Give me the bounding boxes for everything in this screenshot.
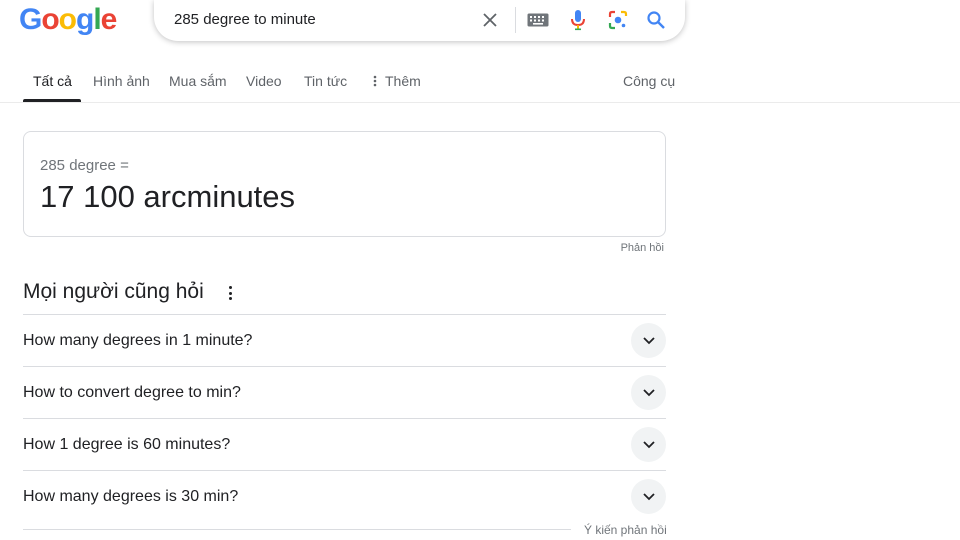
keyboard-icon[interactable] <box>527 9 549 31</box>
search-box[interactable]: 285 degree to minute <box>154 0 685 41</box>
more-vert-icon <box>373 74 377 90</box>
paa-question-text: How to convert degree to min? <box>23 384 241 401</box>
people-also-ask-title: Mọi người cũng hỏi <box>23 280 204 303</box>
converter-result: 17 100 arcminutes <box>40 179 296 214</box>
paa-question[interactable]: How many degrees is 30 min? <box>23 470 666 522</box>
logo-letter: l <box>93 3 101 36</box>
search-icon[interactable] <box>645 9 667 31</box>
search-divider <box>515 7 516 33</box>
paa-feedback-link[interactable]: Ý kiến phản hồi <box>584 523 667 537</box>
people-also-ask-list: How many degrees in 1 minute? How to con… <box>23 314 666 522</box>
tab-video[interactable]: Video <box>246 73 282 89</box>
logo-letter: g <box>76 3 94 36</box>
tab-all[interactable]: Tất cả <box>33 73 72 89</box>
paa-question[interactable]: How 1 degree is 60 minutes? <box>23 418 666 470</box>
paa-question-text: How 1 degree is 60 minutes? <box>23 436 231 453</box>
chevron-down-icon[interactable] <box>631 427 666 462</box>
chevron-down-icon[interactable] <box>631 323 666 358</box>
logo-letter: o <box>41 3 59 36</box>
tab-news[interactable]: Tin tức <box>304 73 347 89</box>
chevron-down-icon[interactable] <box>631 479 666 514</box>
unit-converter-card: 285 degree = 17 100 arcminutes <box>23 131 666 237</box>
paa-question[interactable]: How to convert degree to min? <box>23 366 666 418</box>
tab-images[interactable]: Hình ảnh <box>93 73 150 89</box>
tab-more[interactable]: Thêm <box>373 73 421 90</box>
tab-shopping[interactable]: Mua sắm <box>169 73 227 89</box>
search-input[interactable]: 285 degree to minute <box>174 11 316 28</box>
active-tab-indicator <box>23 99 81 102</box>
paa-question-text: How many degrees is 30 min? <box>23 488 239 505</box>
logo-letter: G <box>19 3 42 36</box>
google-logo[interactable]: Google <box>19 3 118 37</box>
converter-input[interactable]: 285 degree = <box>40 157 129 174</box>
mic-icon[interactable] <box>567 9 589 31</box>
paa-question-text: How many degrees in 1 minute? <box>23 332 253 349</box>
more-vert-icon[interactable] <box>223 284 237 302</box>
logo-letter: o <box>58 3 77 36</box>
search-tabs: Tất cả Hình ảnh Mua sắm Video Tin tức Th… <box>0 66 960 103</box>
close-icon[interactable] <box>479 9 501 31</box>
lens-icon[interactable] <box>607 9 629 31</box>
chevron-down-icon[interactable] <box>631 375 666 410</box>
divider <box>23 529 571 530</box>
tab-more-label: Thêm <box>385 73 421 89</box>
tools-button[interactable]: Công cụ <box>623 73 675 89</box>
paa-question[interactable]: How many degrees in 1 minute? <box>23 314 666 366</box>
converter-feedback-link[interactable]: Phản hồi <box>621 242 664 254</box>
logo-letter: e <box>100 3 118 36</box>
